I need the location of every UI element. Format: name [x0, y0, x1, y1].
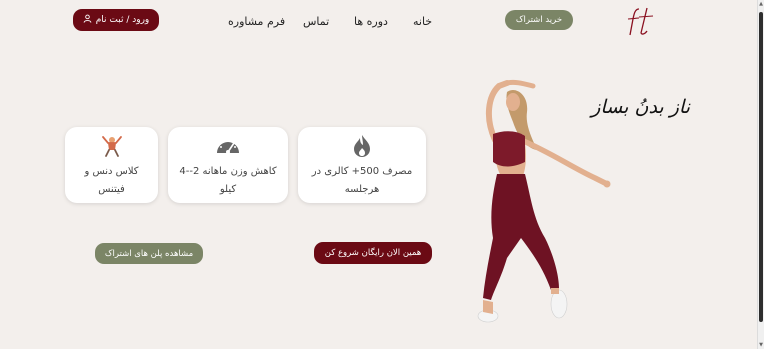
- card-text-line1: کلاس دنس و: [84, 166, 139, 177]
- card-text-line1: کاهش وزن ماهانه 2--4: [179, 166, 277, 177]
- start-free-button[interactable]: همین الان رایگان شروع کن: [314, 242, 432, 264]
- nav-courses[interactable]: دوره ها: [354, 15, 388, 28]
- card-text-line2: هرجلسه: [344, 184, 380, 195]
- nav-consultation-form[interactable]: فرم مشاوره: [228, 15, 285, 28]
- login-register-button[interactable]: ورود / ثبت نام: [73, 9, 159, 31]
- card-text-line1: مصرف 500+ کالری در: [311, 166, 413, 177]
- nav-contact[interactable]: تماس: [303, 15, 329, 28]
- feature-card-dance-fitness: کلاس دنس و فیتنس: [65, 127, 158, 203]
- logo[interactable]: [624, 5, 658, 37]
- nav-home[interactable]: خانه: [413, 15, 432, 28]
- flame-icon: [349, 134, 375, 158]
- scroll-up-icon[interactable]: ▲: [758, 0, 764, 8]
- page: ورود / ثبت نام فرم مشاوره تماس دوره ها خ…: [0, 0, 758, 349]
- fitness-woman-image: [455, 78, 620, 330]
- scroll-down-icon[interactable]: ▼: [758, 341, 764, 349]
- user-icon: [83, 14, 92, 26]
- card-text-line2: فیتنس: [98, 184, 125, 195]
- speedometer-icon: [215, 134, 241, 158]
- dance-fitness-icon: [99, 134, 125, 158]
- scrollbar-thumb[interactable]: [759, 12, 763, 322]
- buy-subscription-button[interactable]: خرید اشتراک: [505, 10, 573, 30]
- login-label: ورود / ثبت نام: [95, 15, 150, 25]
- view-plans-button[interactable]: مشاهده پلن های اشتراک: [95, 243, 203, 264]
- scrollbar[interactable]: ▲ ▼: [757, 0, 764, 349]
- feature-card-calories: مصرف 500+ کالری در هرجلسه: [298, 127, 426, 203]
- card-text-line2: کیلو: [219, 184, 237, 195]
- feature-card-weight-loss: کاهش وزن ماهانه 2--4 کیلو: [168, 127, 288, 203]
